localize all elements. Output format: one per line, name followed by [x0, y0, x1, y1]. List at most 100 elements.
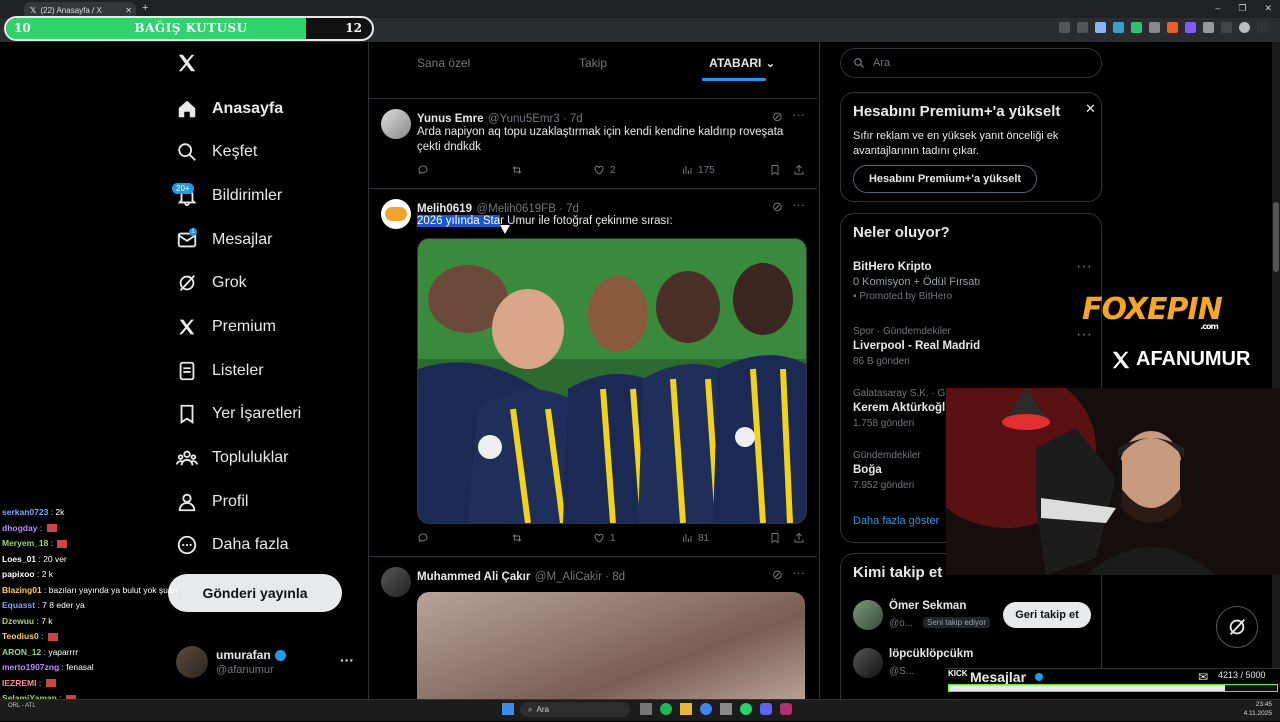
- tweet[interactable]: Melih0619 @Melih0619FB · 7d ⊘ ··· 2026 y…: [369, 189, 817, 555]
- extension-icon[interactable]: [1185, 22, 1196, 33]
- chat-username[interactable]: papixoo: [2, 569, 35, 579]
- nav-premium[interactable]: Premium: [176, 314, 276, 340]
- tweet-author-name[interactable]: Yunus Emre: [417, 113, 483, 125]
- tweet-author-name[interactable]: Muhammed Ali Çakır: [417, 571, 530, 583]
- bookmark-button[interactable]: [769, 532, 793, 544]
- scrollbar[interactable]: [1272, 42, 1280, 699]
- extension-icon[interactable]: [1167, 22, 1178, 33]
- repost-button[interactable]: [511, 164, 593, 176]
- trend-item[interactable]: BitHero Kripto 0 Komisyon + Ödül Fırsatı…: [853, 261, 1093, 302]
- trend-more-icon[interactable]: ···: [1076, 326, 1092, 344]
- puzzle-icon[interactable]: [1203, 22, 1214, 33]
- trend-item[interactable]: Spor · Gündemdekiler Liverpool - Real Ma…: [853, 326, 1093, 367]
- reply-button[interactable]: [417, 164, 511, 176]
- tweet[interactable]: Yunus Emre @Yunu5Emr3 · 7d ⊘ ··· Arda na…: [369, 99, 817, 187]
- nav-explore[interactable]: Keşfet: [176, 139, 257, 165]
- chat-username[interactable]: Equasst: [2, 600, 35, 610]
- reply-button[interactable]: [417, 532, 511, 544]
- tweet[interactable]: Muhammed Ali Çakır @M_AliCakir · 8d ⊘ ··…: [369, 557, 817, 699]
- chat-username[interactable]: Meryem_18: [2, 538, 48, 548]
- follow-back-button[interactable]: Geri takip et: [1003, 602, 1091, 628]
- share-button[interactable]: [793, 164, 805, 176]
- tweet-more-icon[interactable]: ···: [792, 197, 805, 212]
- suggested-user-name[interactable]: löpcüklöpcükm: [889, 648, 973, 660]
- zoom-icon[interactable]: [1077, 22, 1088, 33]
- spotify-icon[interactable]: [660, 703, 672, 715]
- nav-communities[interactable]: Topluluklar: [176, 445, 288, 471]
- nav-grok[interactable]: Grok: [176, 270, 247, 296]
- like-button[interactable]: 2: [593, 164, 681, 176]
- chat-username[interactable]: dhogday: [2, 523, 37, 533]
- bookmark-button[interactable]: [769, 164, 793, 176]
- suggested-user-name[interactable]: Ömer Sekman: [889, 600, 966, 612]
- trend-count: 86 B gönderi: [853, 356, 1093, 367]
- x-home-logo-icon[interactable]: [176, 52, 198, 79]
- views-button[interactable]: 81: [681, 532, 769, 544]
- avatar-icon[interactable]: [1239, 22, 1250, 33]
- new-message-icon[interactable]: ✉: [1198, 670, 1208, 684]
- start-button-icon[interactable]: [502, 703, 514, 715]
- close-window-button[interactable]: ✕: [1264, 3, 1272, 14]
- chat-username[interactable]: merto1907zng: [2, 662, 59, 672]
- extension-icon[interactable]: [1113, 22, 1124, 33]
- star-icon[interactable]: [1095, 22, 1106, 33]
- whatsapp-icon[interactable]: [740, 703, 752, 715]
- like-button[interactable]: 1: [593, 532, 681, 544]
- task-view-icon[interactable]: [640, 703, 652, 715]
- chat-username[interactable]: Teodius0: [2, 631, 39, 641]
- chat-username[interactable]: Loes_01: [2, 554, 36, 564]
- extension-icon[interactable]: [1059, 22, 1070, 33]
- nav-more[interactable]: Daha fazla: [176, 532, 289, 558]
- search-input[interactable]: Ara: [840, 48, 1102, 78]
- chat-username[interactable]: serkan0723: [2, 507, 48, 517]
- tweet-media-image[interactable]: [417, 592, 805, 699]
- chat-username[interactable]: Blazing01: [2, 585, 42, 595]
- menu-icon[interactable]: [1257, 22, 1268, 33]
- tab-following[interactable]: Takip: [518, 44, 667, 82]
- nav-lists[interactable]: Listeler: [176, 358, 264, 384]
- tweet-author-handle[interactable]: @M_AliCakir · 8d: [535, 571, 625, 583]
- settings-icon[interactable]: [720, 703, 732, 715]
- tweet-author-handle[interactable]: @Yunu5Emr3 · 7d: [488, 113, 583, 125]
- chat-username[interactable]: IEZREMI: [2, 678, 36, 688]
- app-icon[interactable]: [780, 703, 792, 715]
- close-tab-icon[interactable]: ✕: [125, 6, 132, 15]
- extension-icon[interactable]: [1149, 22, 1160, 33]
- new-tab-button[interactable]: +: [142, 2, 148, 14]
- post-button[interactable]: Gönderi yayınla: [168, 574, 342, 612]
- scrollbar-thumb[interactable]: [1273, 202, 1279, 272]
- tweet-more-icon[interactable]: ···: [792, 107, 805, 122]
- chat-username[interactable]: ARON_12: [2, 647, 41, 657]
- discord-icon[interactable]: [760, 703, 772, 715]
- nav-bookmarks[interactable]: Yer İşaretleri: [176, 401, 301, 427]
- clock[interactable]: 23:45 4.11.2025: [1230, 700, 1272, 718]
- grok-explain-icon[interactable]: ⊘: [772, 567, 783, 583]
- file-explorer-icon[interactable]: [680, 703, 692, 715]
- tweet-more-icon[interactable]: ···: [792, 565, 805, 580]
- grok-floating-button[interactable]: [1216, 606, 1258, 648]
- grok-explain-icon[interactable]: ⊘: [772, 199, 783, 215]
- grok-explain-icon[interactable]: ⊘: [772, 109, 783, 125]
- sidebar-icon[interactable]: [1221, 22, 1232, 33]
- repost-button[interactable]: [511, 532, 593, 544]
- show-more-link[interactable]: Daha fazla göster: [853, 515, 939, 527]
- chat-username[interactable]: Dzewuu: [2, 616, 34, 626]
- chrome-icon[interactable]: [700, 703, 712, 715]
- share-button[interactable]: [793, 532, 805, 544]
- views-button[interactable]: 175: [681, 164, 769, 176]
- tab-atabari[interactable]: ATABARI⌄: [668, 44, 817, 82]
- extension-icon[interactable]: [1131, 22, 1142, 33]
- account-more-icon[interactable]: ···: [340, 652, 354, 668]
- account-switcher[interactable]: umurafan @afanumur ···: [176, 646, 356, 680]
- tab-for-you[interactable]: Sana özel: [369, 44, 518, 82]
- messages-drawer[interactable]: KICK Mesajlar ✉ 4213 / 5000: [946, 668, 1280, 698]
- minimize-button[interactable]: –: [1215, 3, 1220, 14]
- weather-widget[interactable]: ORL - ATL: [8, 703, 36, 709]
- maximize-button[interactable]: ❐: [1238, 3, 1246, 14]
- trend-more-icon[interactable]: ···: [1076, 258, 1092, 276]
- premium-upgrade-button[interactable]: Hesabını Premium+'a yükselt: [853, 165, 1037, 193]
- nav-home[interactable]: Anasayfa: [176, 96, 283, 122]
- close-icon[interactable]: ✕: [1085, 101, 1096, 117]
- taskbar-search[interactable]: ⌕Ara: [520, 702, 630, 717]
- tweet-media-image[interactable]: [417, 238, 807, 524]
